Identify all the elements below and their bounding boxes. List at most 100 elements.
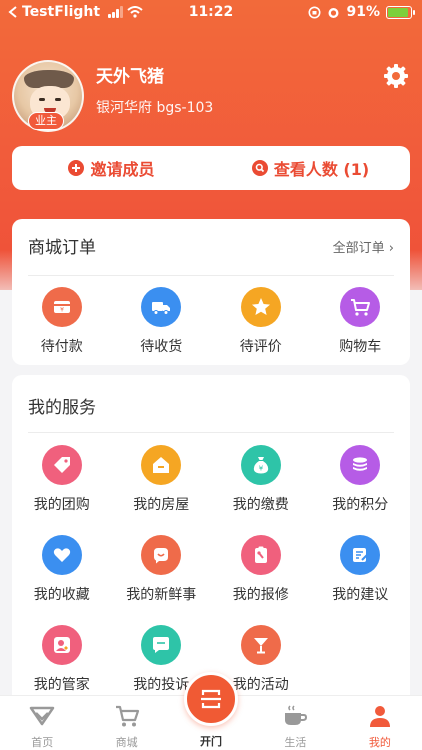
service-favorites[interactable]: 我的收藏	[12, 535, 112, 604]
service-house[interactable]: 我的房屋	[112, 445, 212, 514]
service-points[interactable]: 我的积分	[311, 445, 411, 514]
settings-gear-icon[interactable]	[382, 62, 410, 90]
tab-label: 首页	[31, 736, 54, 749]
service-icon-circle	[41, 625, 82, 665]
service-label: 我的新鲜事	[126, 587, 197, 603]
order-icon-circle	[141, 287, 182, 327]
orders-title: 商城订单	[28, 238, 96, 258]
open-door-button[interactable]	[184, 672, 238, 726]
coffee-icon	[285, 705, 308, 725]
battery-percent: 91%	[346, 4, 380, 20]
plus-icon	[68, 160, 85, 176]
order-pending-payment[interactable]: ¥ 待付款	[12, 287, 112, 356]
service-label: 我的收藏	[33, 587, 90, 603]
wallet-icon: ¥	[53, 301, 70, 314]
service-label: 我的投诉	[133, 677, 190, 693]
truck-icon	[152, 302, 171, 315]
service-payment[interactable]: ¥ 我的缴费	[211, 445, 311, 514]
my-services-card: 我的服务 我的团购 我的房屋 ¥ 我的缴费 我的积分 我的收藏 我的新鲜事 我的…	[12, 375, 410, 705]
service-icon-circle	[141, 445, 182, 485]
repair-icon	[254, 546, 267, 563]
services-title: 我的服务	[28, 398, 96, 418]
service-icon-circle	[141, 625, 182, 665]
services-row-2: 我的收藏 我的新鲜事 我的报修 我的建议	[12, 535, 410, 604]
heart-icon	[53, 548, 70, 562]
service-icon-circle	[340, 445, 381, 485]
order-shopping-cart[interactable]: 购物车	[311, 287, 411, 356]
smile-icon	[154, 548, 169, 564]
chat-icon	[153, 637, 170, 653]
service-label: 我的积分	[332, 497, 389, 513]
service-icon-circle	[240, 625, 281, 665]
service-butler[interactable]: 我的管家	[12, 625, 112, 694]
status-bar: TestFlight 11:22 91%	[0, 0, 422, 24]
edit-icon	[353, 548, 369, 562]
service-icon-circle	[141, 535, 182, 575]
service-label: 我的房屋	[133, 497, 190, 513]
service-icon-circle	[340, 535, 381, 575]
order-pending-receipt[interactable]: 待收货	[112, 287, 212, 356]
invite-member-button[interactable]: 邀请成员	[12, 146, 211, 190]
divider	[28, 275, 394, 276]
tag-icon	[53, 457, 70, 473]
battery-icon	[386, 5, 415, 19]
person-icon	[369, 706, 390, 727]
cart-icon	[115, 705, 139, 727]
role-badge: 业主	[28, 112, 64, 130]
tab-mall[interactable]: 商城	[84, 696, 168, 750]
view-members-button[interactable]: 查看人数 (1)	[211, 146, 410, 190]
order-icon-circle	[340, 287, 381, 327]
service-group-buy[interactable]: 我的团购	[12, 445, 112, 514]
money-bag-icon: ¥	[253, 457, 268, 474]
service-label: 我的管家	[33, 677, 90, 693]
order-label: 待评价	[239, 339, 282, 355]
service-label: 我的缴费	[232, 497, 289, 513]
tab-life[interactable]: 生活	[253, 696, 337, 750]
chevron-right-icon: ›	[388, 241, 394, 256]
services-row-1: 我的团购 我的房屋 ¥ 我的缴费 我的积分	[12, 445, 410, 514]
avatar-eye	[55, 98, 61, 101]
avatar-eye	[39, 98, 45, 101]
all-orders-link[interactable]: 全部订单 ›	[333, 237, 394, 256]
order-label: 待收货	[140, 339, 183, 355]
status-right: 91%	[308, 4, 415, 20]
tab-label: 生活	[284, 736, 307, 749]
service-label: 我的活动	[232, 677, 289, 693]
order-icon-circle	[240, 287, 281, 327]
invite-member-label: 邀请成员	[90, 160, 155, 179]
house-icon	[153, 457, 170, 473]
service-label: 我的建议	[332, 587, 389, 603]
mall-orders-card: 商城订单 全部订单 › ¥ 待付款 待收货 待评价 购物车	[12, 219, 410, 365]
scan-door-icon	[201, 689, 221, 709]
user-address: 银河华府 bgs-103	[96, 100, 214, 116]
service-label: 我的报修	[232, 587, 289, 603]
member-actions-card: 邀请成员 查看人数 (1)	[12, 146, 410, 190]
cocktail-icon	[253, 638, 268, 654]
order-pending-review[interactable]: 待评价	[211, 287, 311, 356]
service-label: 我的团购	[33, 497, 90, 513]
tab-label: 我的	[368, 736, 391, 749]
service-icon-circle	[41, 445, 82, 485]
divider	[28, 432, 394, 433]
all-orders-label: 全部订单	[332, 241, 385, 256]
search-icon	[251, 160, 268, 176]
tab-label: 商城	[115, 736, 138, 749]
open-door-label: 开门	[200, 735, 222, 748]
service-icon-circle	[41, 535, 82, 575]
order-label: 待付款	[40, 339, 83, 355]
service-news[interactable]: 我的新鲜事	[112, 535, 212, 604]
order-label: 购物车	[339, 339, 382, 355]
home-logo-icon	[29, 706, 55, 726]
tab-home[interactable]: 首页	[0, 696, 84, 750]
service-suggestion[interactable]: 我的建议	[311, 535, 411, 604]
butler-icon	[53, 637, 70, 653]
orders-grid: ¥ 待付款 待收货 待评价 购物车	[12, 287, 410, 356]
service-icon-circle: ¥	[240, 445, 281, 485]
battery-level	[388, 7, 409, 17]
service-repair[interactable]: 我的报修	[211, 535, 311, 604]
tab-mine[interactable]: 我的	[338, 696, 422, 750]
user-name: 天外飞猪	[96, 67, 164, 87]
coins-icon	[353, 457, 368, 471]
rotation-lock-icon	[308, 6, 321, 18]
svg-text:¥: ¥	[259, 465, 264, 473]
